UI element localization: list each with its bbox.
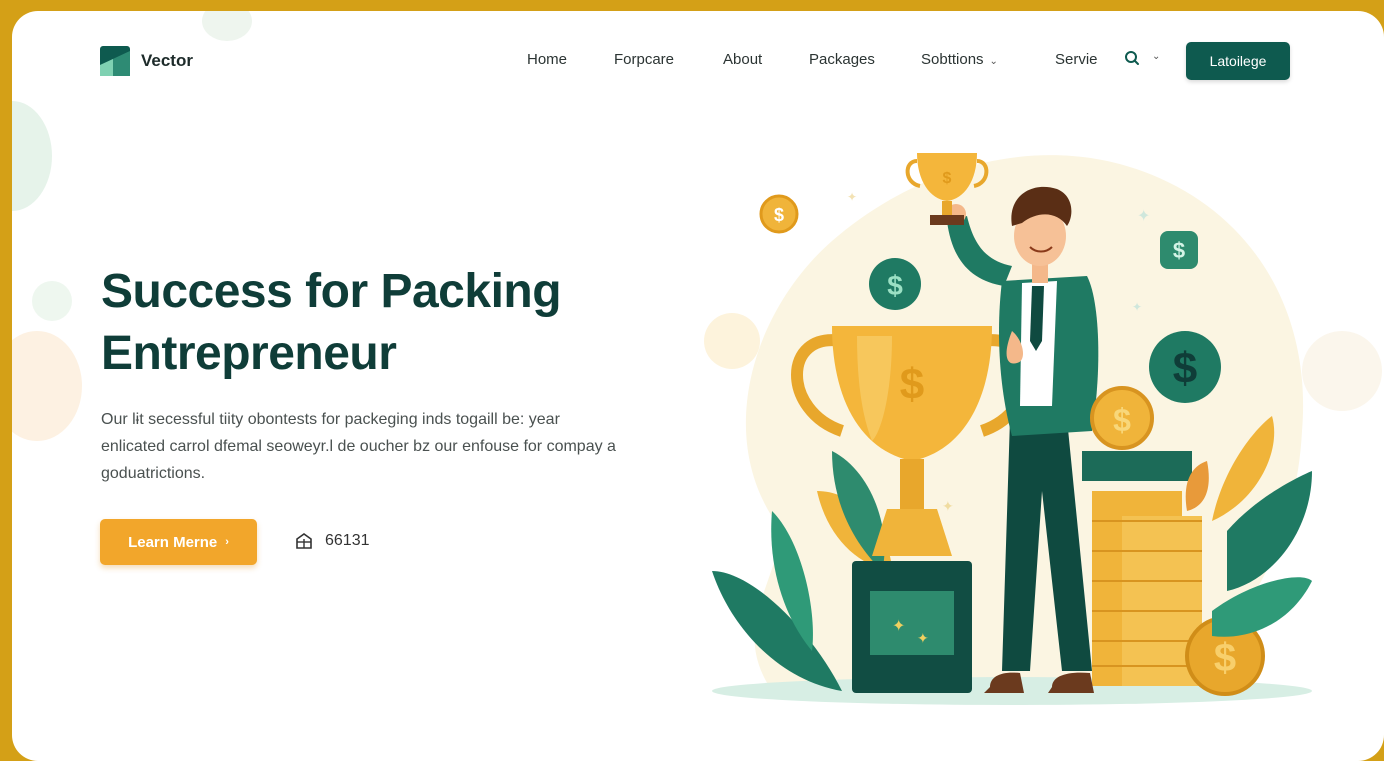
sparkle-icon: ✦ [917,631,929,647]
dollar-sign: $ [1113,402,1131,438]
dollar-sign: $ [774,205,784,225]
dollar-sign: $ [943,170,952,187]
page-frame: Vector Home Forpcare About Packages Sobt… [12,11,1384,761]
dollar-sign: $ [1173,238,1185,263]
sparkle-icon: ✦ [892,616,905,635]
decor-circle [704,313,760,369]
dollar-sign: $ [887,270,903,301]
sparkle-icon: ✦ [1137,206,1150,225]
dollar-sign: $ [900,360,924,409]
sparkle-icon: ✦ [942,499,954,515]
sparkle-icon: ✦ [847,190,857,204]
dollar-sign: $ [1173,344,1197,393]
success-illustration: $ ✦ ✦ $ $ $ $ $ $ $ ✦ ✦ ✦ ✦ [704,153,1382,705]
trophy-stem [900,459,924,509]
dollar-sign: $ [1214,636,1236,680]
cash-bundle [1082,451,1192,481]
decor-circle [1302,331,1382,411]
trophy-base [930,215,964,225]
trophy-plaque [870,591,954,655]
sparkle-icon: ✦ [1132,300,1142,314]
